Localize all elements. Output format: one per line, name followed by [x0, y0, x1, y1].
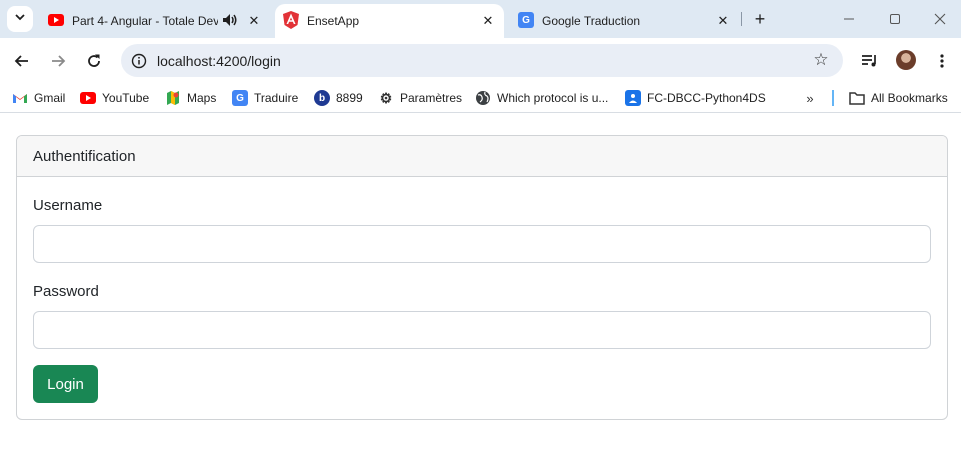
bookmark-fc-dbcc[interactable]: FC-DBCC-Python4DS: [625, 89, 766, 107]
maps-icon: [165, 90, 181, 106]
tab-separator: [741, 12, 742, 26]
bookmark-label: FC-DBCC-Python4DS: [647, 91, 766, 105]
tab-title: Google Traduction: [542, 14, 641, 28]
bookmark-label: Traduire: [254, 91, 299, 105]
globe-icon: [475, 90, 491, 106]
close-icon[interactable]: ✕: [479, 12, 497, 30]
username-label: Username: [33, 197, 103, 214]
back-icon[interactable]: [10, 49, 34, 73]
bookmark-label: YouTube: [102, 91, 150, 105]
address-bar[interactable]: localhost:4200/login ☆: [121, 44, 843, 77]
speaker-icon[interactable]: [222, 13, 238, 30]
minimize-icon[interactable]: [838, 8, 860, 30]
bookmark-traduire[interactable]: G Traduire: [232, 89, 298, 107]
youtube-icon: [48, 14, 64, 26]
folder-icon: [849, 90, 865, 106]
b-icon: b: [314, 90, 330, 106]
site-info-icon[interactable]: [129, 51, 149, 71]
all-bookmarks-button[interactable]: All Bookmarks: [849, 89, 948, 107]
close-icon[interactable]: ✕: [245, 12, 263, 30]
login-card: Authentification Username Password Login: [16, 135, 948, 420]
tab-youtube[interactable]: Part 4- Angular - Totale Dev ✕: [40, 4, 270, 38]
bookmark-8899[interactable]: b 8899: [314, 89, 363, 107]
tab-title: EnsetApp: [307, 14, 360, 28]
bookmark-youtube[interactable]: YouTube: [80, 89, 149, 107]
gmail-icon: [12, 90, 28, 106]
page-content: Authentification Username Password Login: [0, 114, 961, 454]
login-button[interactable]: Login: [33, 365, 98, 403]
avatar[interactable]: [896, 50, 916, 70]
bookmark-label: Maps: [187, 91, 217, 105]
card-header: Authentification: [17, 136, 947, 177]
tab-ensetapp[interactable]: EnsetApp ✕: [275, 4, 504, 38]
close-icon[interactable]: ✕: [714, 12, 732, 30]
browser-toolbar: localhost:4200/login ☆: [0, 38, 961, 83]
classroom-icon: [625, 90, 641, 106]
bookmark-label: 8899: [336, 91, 363, 105]
media-controls-icon[interactable]: [858, 49, 882, 73]
bookmarks-bar: Gmail YouTube Maps G Traduire b 8899 ⚙ P…: [0, 83, 961, 113]
bookmark-label: Gmail: [34, 91, 66, 105]
url-text[interactable]: localhost:4200/login: [157, 53, 281, 69]
reload-icon[interactable]: [82, 49, 106, 73]
close-window-icon[interactable]: [929, 8, 951, 30]
tab-strip: Part 4- Angular - Totale Dev ✕ EnsetApp …: [0, 0, 961, 38]
bookmark-parametres[interactable]: ⚙ Paramètres: [378, 89, 462, 107]
bookmark-label: Paramètres: [400, 91, 463, 105]
bookmarks-divider: [832, 90, 834, 106]
bookmarks-overflow-button[interactable]: »: [800, 89, 820, 107]
bookmark-which-protocol[interactable]: Which protocol is u...: [475, 89, 608, 107]
angular-icon: [283, 11, 299, 32]
more-menu-icon[interactable]: [930, 49, 954, 73]
chevron-down-icon: [14, 10, 26, 28]
bookmark-maps[interactable]: Maps: [165, 89, 216, 107]
tab-google-traduction[interactable]: G Google Traduction ✕: [510, 4, 740, 38]
youtube-icon: [80, 92, 96, 104]
maximize-icon[interactable]: [884, 8, 906, 30]
star-icon[interactable]: ☆: [811, 50, 831, 70]
gear-icon: ⚙: [379, 89, 393, 106]
username-field[interactable]: [33, 225, 931, 263]
password-label: Password: [33, 283, 99, 300]
tab-title: Part 4- Angular - Totale Dev: [72, 14, 218, 28]
new-tab-button[interactable]: +: [749, 8, 771, 30]
bookmark-gmail[interactable]: Gmail: [12, 89, 65, 107]
forward-icon[interactable]: [46, 49, 70, 73]
translate-icon: G: [232, 90, 248, 106]
tab-search-button[interactable]: [7, 6, 33, 32]
password-field[interactable]: [33, 311, 931, 349]
bookmark-label: All Bookmarks: [871, 91, 948, 105]
bookmark-label: Which protocol is u...: [497, 91, 609, 105]
google-translate-icon: G: [518, 12, 534, 28]
